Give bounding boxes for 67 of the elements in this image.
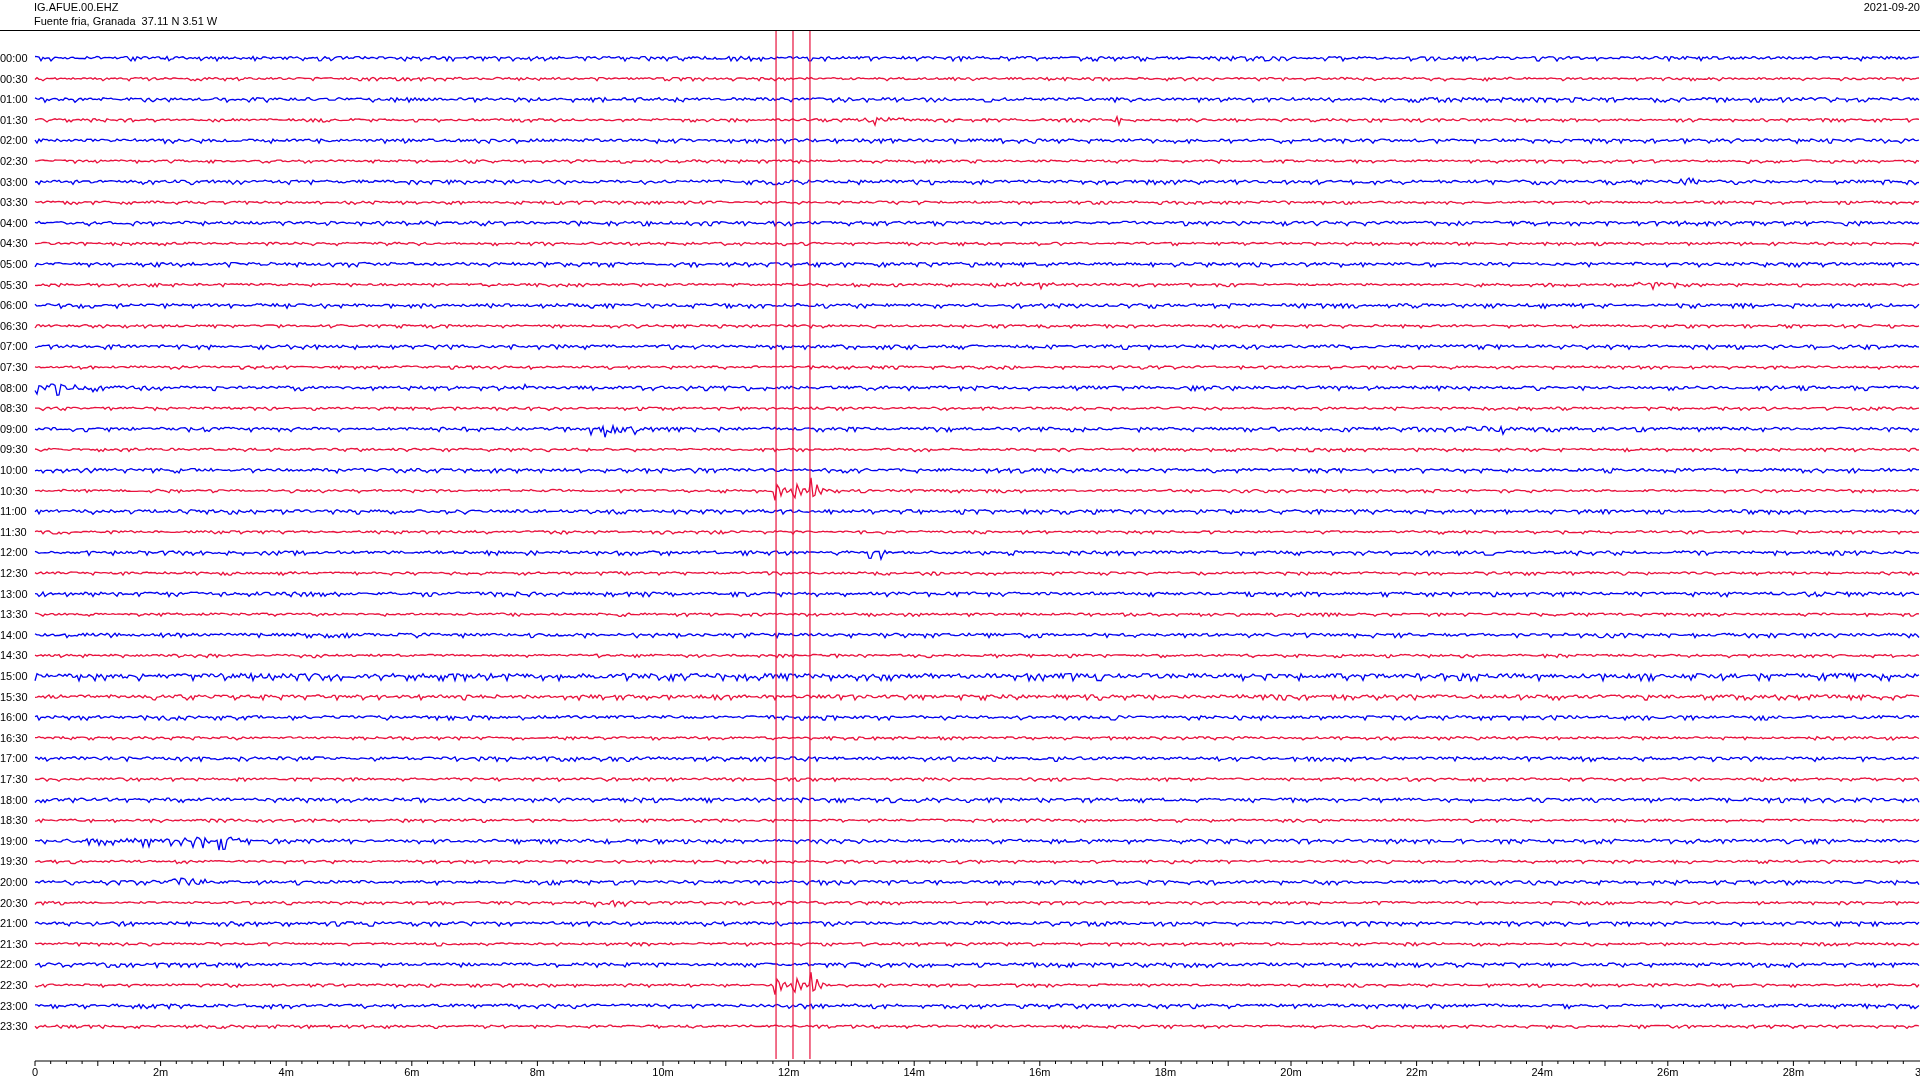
- time-label: 17:00: [0, 752, 28, 765]
- time-label: 11:00: [0, 505, 27, 518]
- time-label: 19:30: [0, 855, 28, 868]
- time-label: 04:30: [0, 237, 28, 250]
- time-label: 12:00: [0, 546, 28, 559]
- time-label: 01:00: [0, 93, 28, 106]
- axis-tick-label: 10m: [652, 1066, 674, 1078]
- time-label: 15:30: [0, 690, 28, 703]
- time-label: 18:00: [0, 793, 28, 806]
- time-label: 08:30: [0, 402, 28, 415]
- time-label: 22:00: [0, 958, 28, 971]
- time-label: 21:00: [0, 917, 28, 930]
- axis-tick-label: 22m: [1405, 1066, 1428, 1078]
- axis-tick-label: 4m: [278, 1066, 294, 1078]
- time-label: 06:00: [0, 299, 28, 312]
- time-label: 07:30: [0, 361, 28, 373]
- time-label: 23:30: [0, 1020, 28, 1033]
- time-label: 16:30: [0, 731, 28, 744]
- axis-tick-label: 16m: [1029, 1066, 1051, 1078]
- axis-tick-label: 8m: [529, 1066, 546, 1078]
- axis-tick-label: 14m: [903, 1066, 925, 1078]
- date-label: 2021-09-20: [1863, 0, 1920, 14]
- time-label: 17:30: [0, 773, 28, 785]
- time-label: 09:30: [0, 443, 28, 456]
- axis-tick-label: 28m: [1782, 1066, 1805, 1078]
- time-label: 15:00: [0, 670, 28, 682]
- time-label: 06:30: [0, 319, 28, 332]
- axis-tick-label: 18m: [1154, 1066, 1177, 1078]
- time-label: 16:00: [0, 711, 28, 724]
- axis-tick-label: 3: [1915, 1066, 1920, 1078]
- time-label: 04:00: [0, 216, 28, 229]
- time-label: 00:30: [0, 72, 28, 85]
- station-location: Fuente fria, Granada 37.11 N 3.51 W: [34, 14, 218, 28]
- time-label: 13:00: [0, 587, 28, 600]
- time-label: 01:30: [0, 113, 28, 126]
- time-label: 10:00: [0, 464, 28, 476]
- axis-tick-label: 0: [31, 1066, 39, 1078]
- time-label: 00:00: [0, 52, 28, 64]
- time-label: 05:30: [0, 278, 28, 291]
- time-label: 03:30: [0, 196, 28, 209]
- time-label: 13:30: [0, 608, 28, 621]
- time-label: 05:00: [0, 258, 28, 270]
- time-label: 09:00: [0, 422, 28, 435]
- time-label: 11:30: [0, 525, 27, 538]
- time-label: 22:30: [0, 979, 28, 991]
- time-label: 10:30: [0, 484, 28, 497]
- time-label: 03:00: [0, 175, 28, 188]
- time-label: 14:30: [0, 649, 28, 662]
- axis-tick-label: 24m: [1531, 1066, 1553, 1078]
- time-label: 02:00: [0, 134, 28, 147]
- time-label: 20:00: [0, 876, 28, 888]
- axis-tick-label: 2m: [152, 1066, 169, 1078]
- time-label: 02:30: [0, 155, 28, 167]
- time-label: 23:00: [0, 999, 28, 1012]
- time-label: 19:00: [0, 834, 28, 847]
- time-label: 07:00: [0, 340, 28, 353]
- time-label: 08:00: [0, 381, 28, 394]
- station-code: IG.AFUE.00.EHZ: [34, 0, 120, 14]
- time-label: 21:30: [0, 937, 28, 950]
- axis-tick-label: 20m: [1280, 1066, 1302, 1078]
- axis-tick-label: 12m: [777, 1066, 800, 1078]
- axis-tick-label: 6m: [404, 1066, 420, 1078]
- time-label: 14:00: [0, 628, 28, 641]
- axis-tick-label: 26m: [1657, 1066, 1679, 1078]
- time-label: 18:30: [0, 814, 28, 827]
- time-label: 20:30: [0, 896, 28, 909]
- time-label: 12:30: [0, 567, 28, 579]
